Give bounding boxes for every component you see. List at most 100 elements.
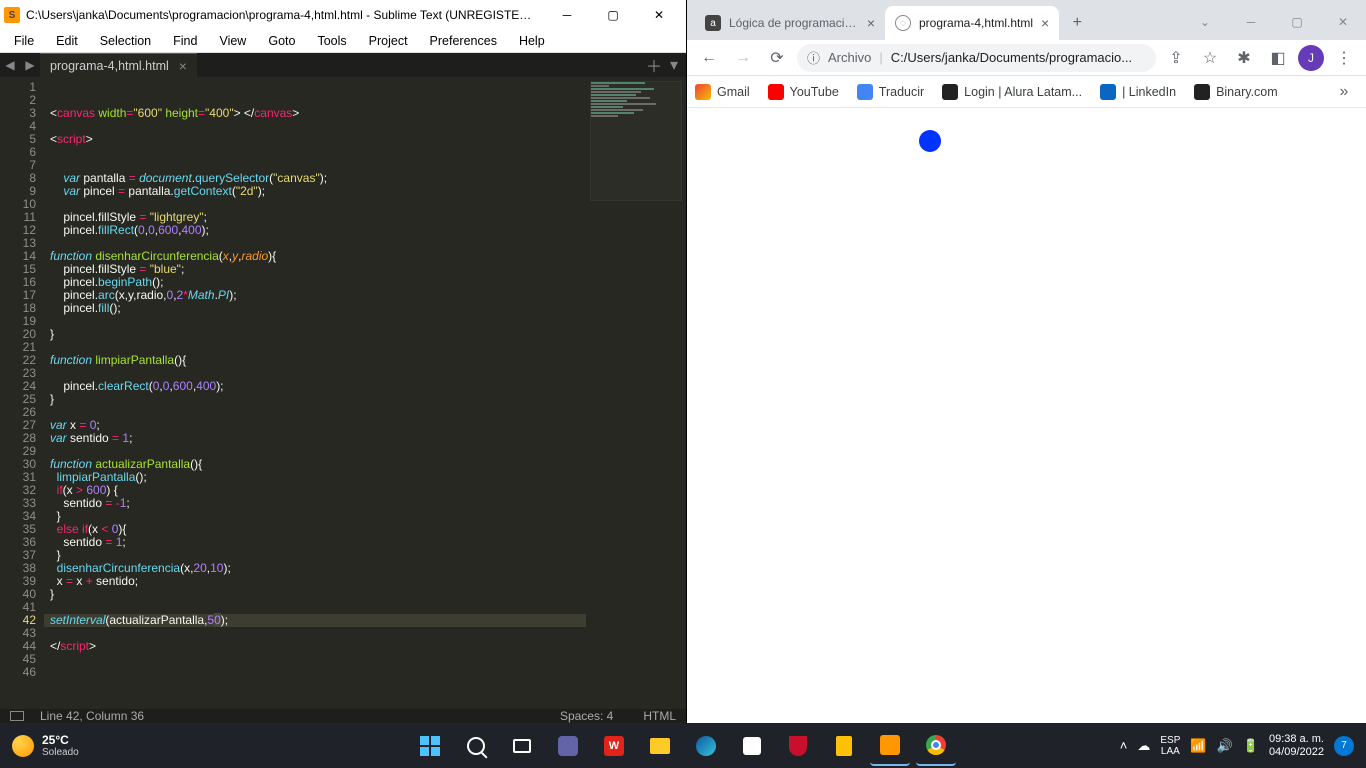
chrome-minimize-button[interactable]: ─ bbox=[1228, 7, 1274, 37]
menu-tools[interactable]: Tools bbox=[307, 30, 356, 52]
app-red-icon[interactable]: W bbox=[594, 726, 634, 766]
omnibox-scheme: Archivo bbox=[828, 50, 871, 65]
editor[interactable]: 1 2 3 4 5 6 7 8 9 10 11 12 13 14 15 16 1… bbox=[0, 77, 686, 709]
sublime-taskbar-icon[interactable] bbox=[870, 726, 910, 766]
tab-close-icon[interactable]: × bbox=[1041, 15, 1049, 31]
file-tab[interactable]: programa-4,html.html × bbox=[40, 53, 197, 77]
menu-goto[interactable]: Goto bbox=[258, 30, 305, 52]
sublime-title: C:\Users\janka\Documents\programacion\pr… bbox=[26, 8, 538, 22]
youtube-icon bbox=[768, 84, 784, 100]
canvas-blue-circle bbox=[919, 130, 941, 152]
status-lang[interactable]: HTML bbox=[643, 709, 676, 723]
bookmark-binary[interactable]: Binary.com bbox=[1194, 84, 1278, 100]
teams-icon[interactable] bbox=[548, 726, 588, 766]
sublime-menubar: File Edit Selection Find View Goto Tools… bbox=[0, 30, 686, 53]
bookmark-linkedin[interactable]: | LinkedIn bbox=[1100, 84, 1176, 100]
gutter: 1 2 3 4 5 6 7 8 9 10 11 12 13 14 15 16 1… bbox=[0, 77, 44, 709]
star-icon[interactable]: ☆ bbox=[1196, 44, 1224, 72]
bookmark-youtube[interactable]: YouTube bbox=[768, 84, 839, 100]
taskview-button[interactable] bbox=[502, 726, 542, 766]
menu-selection[interactable]: Selection bbox=[90, 30, 161, 52]
alura-icon bbox=[942, 84, 958, 100]
menu-find[interactable]: Find bbox=[163, 30, 207, 52]
clock[interactable]: 09:38 a. m. 04/09/2022 bbox=[1269, 733, 1324, 758]
sun-icon bbox=[12, 735, 34, 757]
page-content bbox=[687, 108, 1366, 723]
chrome-tab-active[interactable]: ◌ programa-4,html.html × bbox=[885, 6, 1059, 40]
code-area[interactable]: <canvas width="600" height="400"> </canv… bbox=[44, 77, 586, 709]
maximize-button[interactable]: ▢ bbox=[590, 0, 636, 30]
share-icon[interactable]: ⇪ bbox=[1162, 44, 1190, 72]
extensions-icon[interactable]: ✱ bbox=[1230, 44, 1258, 72]
sidepanel-icon[interactable]: ◧ bbox=[1264, 44, 1292, 72]
file-tab-label: programa-4,html.html bbox=[50, 59, 169, 73]
bookmark-traducir[interactable]: Traducir bbox=[857, 84, 924, 100]
chrome-taskbar-icon[interactable] bbox=[916, 726, 956, 766]
bookmark-alura[interactable]: Login | Alura Latam... bbox=[942, 84, 1082, 100]
tab-title: programa-4,html.html bbox=[919, 16, 1033, 30]
tab-dropdown-icon[interactable]: ▾ bbox=[670, 55, 678, 75]
menu-help[interactable]: Help bbox=[509, 30, 555, 52]
keyboard-layout[interactable]: ESP LAA bbox=[1160, 735, 1180, 757]
store-icon[interactable] bbox=[732, 726, 772, 766]
tab-nav-fwd-icon[interactable]: ▶ bbox=[20, 53, 40, 77]
tab-close-icon[interactable]: × bbox=[867, 15, 875, 31]
menu-file[interactable]: File bbox=[4, 30, 44, 52]
sidebar-toggle-icon[interactable] bbox=[10, 711, 24, 721]
wifi-icon[interactable]: 📶 bbox=[1190, 738, 1206, 754]
menu-project[interactable]: Project bbox=[359, 30, 418, 52]
chrome-close-button[interactable]: ✕ bbox=[1320, 7, 1366, 37]
profile-avatar[interactable]: J bbox=[1298, 45, 1324, 71]
onedrive-icon[interactable]: ☁ bbox=[1137, 738, 1150, 754]
status-line-col: Line 42, Column 36 bbox=[40, 709, 144, 723]
back-button[interactable]: ← bbox=[695, 44, 723, 72]
menu-edit[interactable]: Edit bbox=[46, 30, 88, 52]
chrome-dropdown-icon[interactable]: ⌄ bbox=[1182, 7, 1228, 37]
gmail-icon bbox=[695, 84, 711, 100]
new-tab-button[interactable]: + bbox=[1063, 9, 1091, 37]
forward-button[interactable]: → bbox=[729, 44, 757, 72]
statusbar: Line 42, Column 36 Spaces: 4 HTML bbox=[0, 709, 686, 723]
file-tab-close-icon[interactable]: × bbox=[179, 58, 187, 74]
chrome-toolbar: ← → ⟳ ⓘ Archivo | C:/Users/janka/Documen… bbox=[687, 40, 1366, 76]
binary-icon bbox=[1194, 84, 1210, 100]
search-button[interactable] bbox=[456, 726, 496, 766]
close-button[interactable]: ✕ bbox=[636, 0, 682, 30]
menu-view[interactable]: View bbox=[209, 30, 256, 52]
minimize-button[interactable]: ─ bbox=[544, 0, 590, 30]
status-spaces[interactable]: Spaces: 4 bbox=[560, 709, 613, 723]
bookmarks-overflow-icon[interactable]: » bbox=[1330, 78, 1358, 106]
notes-icon[interactable] bbox=[824, 726, 864, 766]
chrome-tab-inactive[interactable]: a Lógica de programación p × bbox=[695, 6, 885, 40]
tab-title: Lógica de programación p bbox=[729, 16, 859, 30]
mcafee-icon[interactable] bbox=[778, 726, 818, 766]
tray-chevron-icon[interactable]: ˄ bbox=[1120, 738, 1128, 753]
linkedin-icon bbox=[1100, 84, 1116, 100]
explorer-icon[interactable] bbox=[640, 726, 680, 766]
notification-badge[interactable]: 7 bbox=[1334, 736, 1354, 756]
battery-icon[interactable]: 🔋 bbox=[1243, 738, 1259, 754]
tab-row: ◀ ▶ programa-4,html.html × ＋ ▾ bbox=[0, 53, 686, 77]
weather-temp: 25°C bbox=[42, 733, 79, 747]
omnibox-path: C:/Users/janka/Documents/programacio... bbox=[891, 50, 1132, 65]
alura-favicon-icon: a bbox=[705, 15, 721, 31]
chrome-tabstrip: a Lógica de programación p × ◌ programa-… bbox=[687, 0, 1366, 40]
volume-icon[interactable]: 🔊 bbox=[1217, 738, 1233, 754]
edge-icon[interactable] bbox=[686, 726, 726, 766]
chrome-maximize-button[interactable]: ▢ bbox=[1274, 7, 1320, 37]
weather-widget[interactable]: 25°C Soleado bbox=[0, 733, 91, 758]
new-tab-icon[interactable]: ＋ bbox=[646, 53, 662, 77]
taskbar: 25°C Soleado W ˄ ☁ ESP LAA 📶 bbox=[0, 723, 1366, 768]
weather-desc: Soleado bbox=[42, 747, 79, 758]
omnibox[interactable]: ⓘ Archivo | C:/Users/janka/Documents/pro… bbox=[797, 44, 1156, 72]
menu-preferences[interactable]: Preferences bbox=[420, 30, 507, 52]
menu-icon[interactable]: ⋮ bbox=[1330, 44, 1358, 72]
sublime-titlebar[interactable]: S C:\Users\janka\Documents\programacion\… bbox=[0, 0, 686, 30]
bookmark-gmail[interactable]: Gmail bbox=[695, 84, 750, 100]
bookmarks-bar: Gmail YouTube Traducir Login | Alura Lat… bbox=[687, 76, 1366, 108]
minimap[interactable] bbox=[586, 77, 686, 709]
tab-nav-back-icon[interactable]: ◀ bbox=[0, 53, 20, 77]
reload-button[interactable]: ⟳ bbox=[763, 44, 791, 72]
start-button[interactable] bbox=[410, 726, 450, 766]
info-icon: ⓘ bbox=[807, 48, 820, 67]
